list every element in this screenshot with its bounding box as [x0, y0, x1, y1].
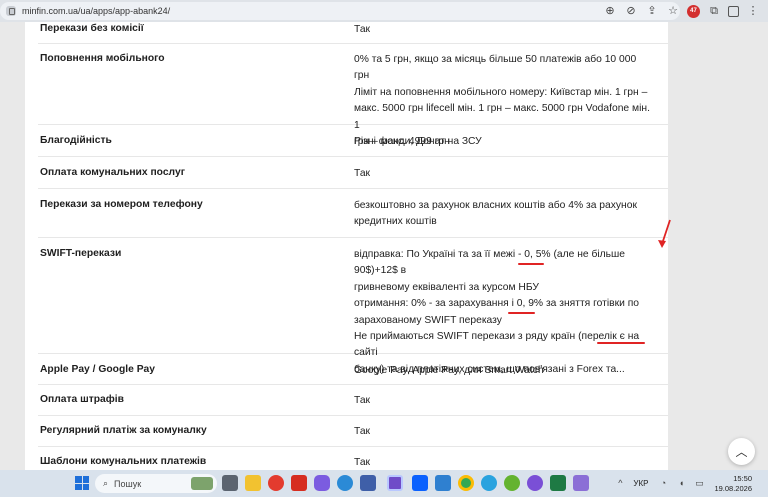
table-row: Оплата штрафів Так [38, 385, 668, 416]
row-value: Так [354, 395, 371, 406]
scroll-to-top-button[interactable]: ︿ [728, 438, 755, 465]
browser-toolbar: minfin.com.ua/ua/apps/app-abank24/ ⊕ ⊘ ⇪… [0, 0, 768, 22]
wifi-icon[interactable]: ◔ [656, 477, 670, 491]
table-row: Шаблони комунальних платежів Так [38, 447, 668, 470]
row-key: Оплата штрафів [40, 394, 124, 405]
file-explorer-icon[interactable] [245, 475, 261, 491]
row-value: Так [354, 426, 371, 437]
row-key: Благодійність [40, 135, 112, 146]
chevron-up-icon[interactable]: ^ [613, 477, 627, 491]
table-row: Регулярний платіж за комуналку Так [38, 416, 668, 447]
windows-taskbar: ⌕ Пошук ^ УКР ◔ ◖ ▭ 15:50 19.08.2026 [0, 470, 768, 497]
page-content: Перекази без комісії Так Поповнення мобі… [0, 22, 768, 470]
row-value: безкоштовно за рахунок власних коштів аб… [354, 198, 654, 231]
annotation-underline [508, 312, 535, 314]
language-indicator[interactable]: УКР [633, 479, 648, 488]
annotation-underline [597, 342, 645, 344]
share-icon[interactable]: ⇪ [645, 4, 659, 18]
chevron-up-icon: ︿ [735, 445, 748, 459]
search-icon: ⌕ [103, 478, 109, 488]
row-key: Поповнення мобільного [40, 53, 165, 64]
table-row: Поповнення мобільного 0% та 5 грн, якщо … [38, 44, 668, 147]
row-key: Регулярний платіж за комуналку [40, 425, 207, 436]
row-value-line: отримання: 0% - за зарахування і 0, 9% з… [354, 298, 640, 310]
system-tray: ^ УКР ◔ ◖ ▭ 15:50 19.08.2026 [613, 470, 768, 497]
utorrent-icon[interactable] [504, 475, 520, 491]
taskbar-search[interactable]: ⌕ Пошук [95, 474, 217, 493]
notes-icon[interactable] [573, 475, 589, 491]
telegram-icon[interactable] [481, 475, 497, 491]
row-value-line: Ліміт на поповнення мобільного номеру: К… [354, 86, 648, 98]
chrome-icon[interactable] [458, 475, 474, 491]
table-row: Благодійність Різні фонди, Донат на ЗСУ [38, 125, 668, 157]
row-value: Так [354, 24, 371, 35]
edge-icon[interactable] [337, 475, 353, 491]
extension-icon[interactable]: 47 [687, 4, 700, 18]
features-table: Перекази без комісії Так Поповнення мобі… [25, 22, 668, 470]
annotation-underline [518, 263, 544, 265]
l-app-icon[interactable] [291, 475, 307, 491]
row-value: Google Pay, Apple Pay, для Smart Watch [354, 365, 544, 376]
row-key: Оплата комунальних послуг [40, 167, 185, 178]
row-value-line: 0% та 5 грн, якщо за місяць більше 50 пл… [354, 54, 637, 82]
row-value-line: відправка: По Україні та за її межі - 0,… [354, 249, 626, 277]
table-row: SWIFT-перекази відправка: По Україні та … [38, 238, 668, 375]
clock-time: 15:50 [733, 473, 752, 483]
clock[interactable]: 15:50 19.08.2026 [714, 474, 752, 494]
excel-icon[interactable] [550, 475, 566, 491]
store-icon[interactable] [360, 475, 376, 491]
eye-off-icon[interactable]: ⊘ [624, 4, 638, 18]
viber-icon[interactable] [527, 475, 543, 491]
row-value-line: кредитних коштів [354, 216, 437, 228]
clock-date: 19.08.2026 [714, 483, 752, 493]
row-value-line: безкоштовно за рахунок власних коштів аб… [354, 200, 637, 211]
annotation-arrow-icon [658, 219, 671, 248]
search-placeholder: Пошук [114, 478, 142, 489]
volume-icon[interactable]: ◖ [674, 477, 688, 491]
photos-icon[interactable] [435, 475, 451, 491]
snipping-icon[interactable] [387, 475, 403, 491]
row-key: Apple Pay / Google Pay [40, 364, 156, 375]
row-value-line: зарахованому SWIFT переказу [354, 314, 502, 326]
puzzle-icon[interactable]: ⧉ [707, 4, 721, 18]
opera-icon[interactable] [268, 475, 284, 491]
start-button[interactable] [75, 476, 89, 490]
menu-icon[interactable]: ⋮ [746, 4, 760, 18]
row-value: Так [354, 457, 371, 468]
row-value: Різні фонди, Донат на ЗСУ [354, 136, 482, 147]
table-row: Apple Pay / Google Pay Google Pay, Apple… [38, 354, 668, 385]
row-key: Шаблони комунальних платежів [40, 456, 207, 467]
row-value-line: гривневому еквіваленті за курсом НБУ [354, 281, 539, 293]
table-row: Перекази за номером телефону безкоштовно… [38, 189, 668, 238]
dropbox-icon[interactable] [412, 475, 428, 491]
zoom-icon[interactable]: ⊕ [603, 4, 617, 18]
url-text[interactable]: minfin.com.ua/ua/apps/app-abank24/ [22, 6, 170, 16]
site-info-icon[interactable] [6, 6, 16, 16]
row-value: Так [354, 168, 371, 179]
copilot-icon[interactable] [314, 475, 330, 491]
task-view-icon[interactable] [222, 475, 238, 491]
star-icon[interactable]: ☆ [666, 4, 680, 18]
row-key: Перекази без комісії [40, 23, 144, 34]
browser-actions: ⊕ ⊘ ⇪ ☆ 47 ⧉ ⋮ [603, 3, 768, 19]
battery-icon[interactable]: ▭ [692, 477, 706, 491]
profile-icon[interactable] [728, 5, 739, 17]
table-row: Перекази без комісії Так [38, 22, 668, 44]
row-key: Перекази за номером телефону [40, 199, 203, 210]
row-key: SWIFT-перекази [40, 248, 122, 259]
address-bar[interactable]: minfin.com.ua/ua/apps/app-abank24/ [0, 2, 680, 20]
table-row: Оплата комунальних послуг Так [38, 157, 668, 189]
search-highlight-image [191, 477, 213, 490]
